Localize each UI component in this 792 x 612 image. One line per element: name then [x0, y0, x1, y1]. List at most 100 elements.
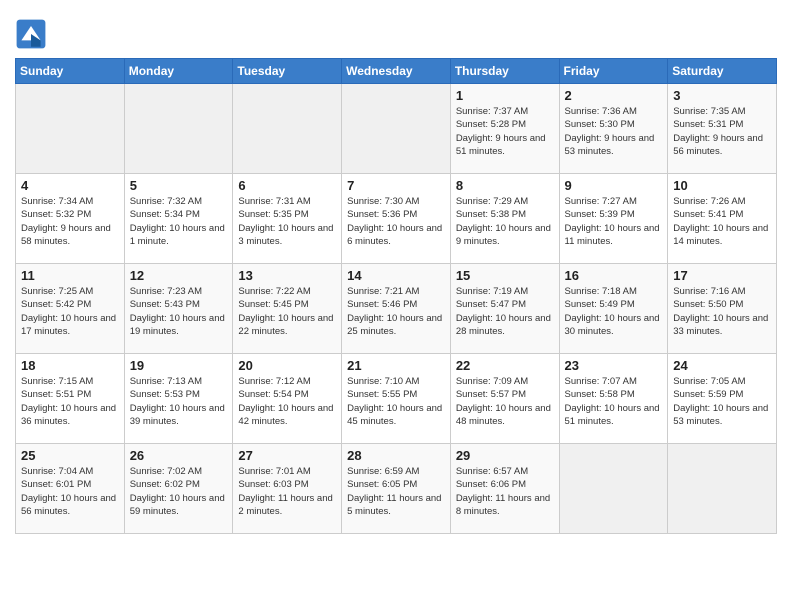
day-number: 4 — [21, 178, 119, 193]
calendar-cell: 3 Sunrise: 7:35 AM Sunset: 5:31 PM Daylig… — [668, 84, 777, 174]
day-number: 9 — [565, 178, 663, 193]
calendar-cell: 1 Sunrise: 7:37 AM Sunset: 5:28 PM Daylig… — [450, 84, 559, 174]
calendar-cell: 26 Sunrise: 7:02 AM Sunset: 6:02 PM Dayli… — [124, 444, 233, 534]
day-number: 26 — [130, 448, 228, 463]
calendar-header-saturday: Saturday — [668, 59, 777, 84]
calendar-week-row: 25Sunrise: 7:04 AM Sunset: 6:01 PM Dayli… — [16, 444, 777, 534]
calendar-cell — [342, 84, 451, 174]
logo — [15, 18, 51, 50]
calendar-cell: 28 Sunrise: 6:59 AM Sunset: 6:05 PM Dayli… — [342, 444, 451, 534]
calendar-cell — [559, 444, 668, 534]
calendar-week-row: 18 Sunrise: 7:15 AM Sunset: 5:51 PM Dayli… — [16, 354, 777, 444]
calendar-cell: 11 Sunrise: 7:25 AM Sunset: 5:42 PM Dayli… — [16, 264, 125, 354]
calendar-cell: 15 Sunrise: 7:19 AM Sunset: 5:47 PM Dayli… — [450, 264, 559, 354]
day-number: 2 — [565, 88, 663, 103]
calendar-cell: 19Sunrise: 7:13 AM Sunset: 5:53 PM Dayli… — [124, 354, 233, 444]
day-info: Sunrise: 7:15 AM Sunset: 5:51 PM Dayligh… — [21, 375, 119, 428]
calendar-header-friday: Friday — [559, 59, 668, 84]
day-number: 3 — [673, 88, 771, 103]
day-number: 11 — [21, 268, 119, 283]
day-number: 20 — [238, 358, 336, 373]
day-number: 27 — [238, 448, 336, 463]
day-info: Sunrise: 7:01 AM Sunset: 6:03 PM Dayligh… — [238, 465, 336, 518]
day-number: 5 — [130, 178, 228, 193]
day-number: 15 — [456, 268, 554, 283]
day-info: Sunrise: 7:32 AM Sunset: 5:34 PM Dayligh… — [130, 195, 228, 248]
day-info: Sunrise: 7:19 AM Sunset: 5:47 PM Dayligh… — [456, 285, 554, 338]
calendar-cell: 4 Sunrise: 7:34 AM Sunset: 5:32 PM Daylig… — [16, 174, 125, 264]
calendar-cell: 23Sunrise: 7:07 AM Sunset: 5:58 PM Dayli… — [559, 354, 668, 444]
day-number: 18 — [21, 358, 119, 373]
day-info: Sunrise: 7:22 AM Sunset: 5:45 PM Dayligh… — [238, 285, 336, 338]
day-info: Sunrise: 7:25 AM Sunset: 5:42 PM Dayligh… — [21, 285, 119, 338]
day-number: 21 — [347, 358, 445, 373]
day-info: Sunrise: 7:27 AM Sunset: 5:39 PM Dayligh… — [565, 195, 663, 248]
day-info: Sunrise: 7:18 AM Sunset: 5:49 PM Dayligh… — [565, 285, 663, 338]
logo-icon — [15, 18, 47, 50]
day-info: Sunrise: 7:05 AM Sunset: 5:59 PM Dayligh… — [673, 375, 771, 428]
calendar-cell — [233, 84, 342, 174]
day-number: 25 — [21, 448, 119, 463]
calendar-cell: 10 Sunrise: 7:26 AM Sunset: 5:41 PM Dayli… — [668, 174, 777, 264]
calendar-cell: 24 Sunrise: 7:05 AM Sunset: 5:59 PM Dayli… — [668, 354, 777, 444]
calendar-cell — [124, 84, 233, 174]
calendar-cell: 5 Sunrise: 7:32 AM Sunset: 5:34 PM Daylig… — [124, 174, 233, 264]
day-number: 8 — [456, 178, 554, 193]
day-info: Sunrise: 7:21 AM Sunset: 5:46 PM Dayligh… — [347, 285, 445, 338]
calendar-cell: 18 Sunrise: 7:15 AM Sunset: 5:51 PM Dayli… — [16, 354, 125, 444]
day-number: 29 — [456, 448, 554, 463]
day-info: Sunrise: 7:26 AM Sunset: 5:41 PM Dayligh… — [673, 195, 771, 248]
day-number: 1 — [456, 88, 554, 103]
calendar-cell: 12Sunrise: 7:23 AM Sunset: 5:43 PM Dayli… — [124, 264, 233, 354]
calendar-cell: 17 Sunrise: 7:16 AM Sunset: 5:50 PM Dayli… — [668, 264, 777, 354]
day-info: Sunrise: 6:57 AM Sunset: 6:06 PM Dayligh… — [456, 465, 554, 518]
calendar-cell: 21 Sunrise: 7:10 AM Sunset: 5:55 PM Dayli… — [342, 354, 451, 444]
day-number: 10 — [673, 178, 771, 193]
day-number: 23 — [565, 358, 663, 373]
day-info: Sunrise: 7:10 AM Sunset: 5:55 PM Dayligh… — [347, 375, 445, 428]
day-number: 19 — [130, 358, 228, 373]
calendar-header-sunday: Sunday — [16, 59, 125, 84]
calendar-cell: 13Sunrise: 7:22 AM Sunset: 5:45 PM Dayli… — [233, 264, 342, 354]
day-info: Sunrise: 7:12 AM Sunset: 5:54 PM Dayligh… — [238, 375, 336, 428]
calendar-cell: 27 Sunrise: 7:01 AM Sunset: 6:03 PM Dayli… — [233, 444, 342, 534]
day-number: 7 — [347, 178, 445, 193]
day-number: 6 — [238, 178, 336, 193]
day-number: 17 — [673, 268, 771, 283]
day-info: Sunrise: 7:30 AM Sunset: 5:36 PM Dayligh… — [347, 195, 445, 248]
calendar-cell — [16, 84, 125, 174]
day-info: Sunrise: 7:09 AM Sunset: 5:57 PM Dayligh… — [456, 375, 554, 428]
day-number: 28 — [347, 448, 445, 463]
calendar-cell: 29 Sunrise: 6:57 AM Sunset: 6:06 PM Dayli… — [450, 444, 559, 534]
calendar-cell: 22 Sunrise: 7:09 AM Sunset: 5:57 PM Dayli… — [450, 354, 559, 444]
calendar-cell: 8 Sunrise: 7:29 AM Sunset: 5:38 PM Daylig… — [450, 174, 559, 264]
calendar-cell: 9 Sunrise: 7:27 AM Sunset: 5:39 PM Daylig… — [559, 174, 668, 264]
day-info: Sunrise: 7:02 AM Sunset: 6:02 PM Dayligh… — [130, 465, 228, 518]
day-info: Sunrise: 7:16 AM Sunset: 5:50 PM Dayligh… — [673, 285, 771, 338]
day-number: 24 — [673, 358, 771, 373]
calendar-header-thursday: Thursday — [450, 59, 559, 84]
calendar-cell: 25Sunrise: 7:04 AM Sunset: 6:01 PM Dayli… — [16, 444, 125, 534]
calendar-week-row: 4 Sunrise: 7:34 AM Sunset: 5:32 PM Daylig… — [16, 174, 777, 264]
day-info: Sunrise: 7:35 AM Sunset: 5:31 PM Dayligh… — [673, 105, 771, 158]
day-number: 16 — [565, 268, 663, 283]
calendar-header-row: SundayMondayTuesdayWednesdayThursdayFrid… — [16, 59, 777, 84]
calendar-cell: 14 Sunrise: 7:21 AM Sunset: 5:46 PM Dayli… — [342, 264, 451, 354]
day-info: Sunrise: 6:59 AM Sunset: 6:05 PM Dayligh… — [347, 465, 445, 518]
page-header — [15, 10, 777, 50]
calendar-header-tuesday: Tuesday — [233, 59, 342, 84]
calendar-week-row: 11 Sunrise: 7:25 AM Sunset: 5:42 PM Dayli… — [16, 264, 777, 354]
day-number: 12 — [130, 268, 228, 283]
calendar-week-row: 1 Sunrise: 7:37 AM Sunset: 5:28 PM Daylig… — [16, 84, 777, 174]
calendar-cell — [668, 444, 777, 534]
calendar-cell: 16 Sunrise: 7:18 AM Sunset: 5:49 PM Dayli… — [559, 264, 668, 354]
calendar-cell: 20 Sunrise: 7:12 AM Sunset: 5:54 PM Dayli… — [233, 354, 342, 444]
calendar-cell: 6Sunrise: 7:31 AM Sunset: 5:35 PM Daylig… — [233, 174, 342, 264]
day-info: Sunrise: 7:34 AM Sunset: 5:32 PM Dayligh… — [21, 195, 119, 248]
day-info: Sunrise: 7:29 AM Sunset: 5:38 PM Dayligh… — [456, 195, 554, 248]
calendar-header-monday: Monday — [124, 59, 233, 84]
day-number: 14 — [347, 268, 445, 283]
calendar-table: SundayMondayTuesdayWednesdayThursdayFrid… — [15, 58, 777, 534]
day-number: 22 — [456, 358, 554, 373]
day-info: Sunrise: 7:37 AM Sunset: 5:28 PM Dayligh… — [456, 105, 554, 158]
